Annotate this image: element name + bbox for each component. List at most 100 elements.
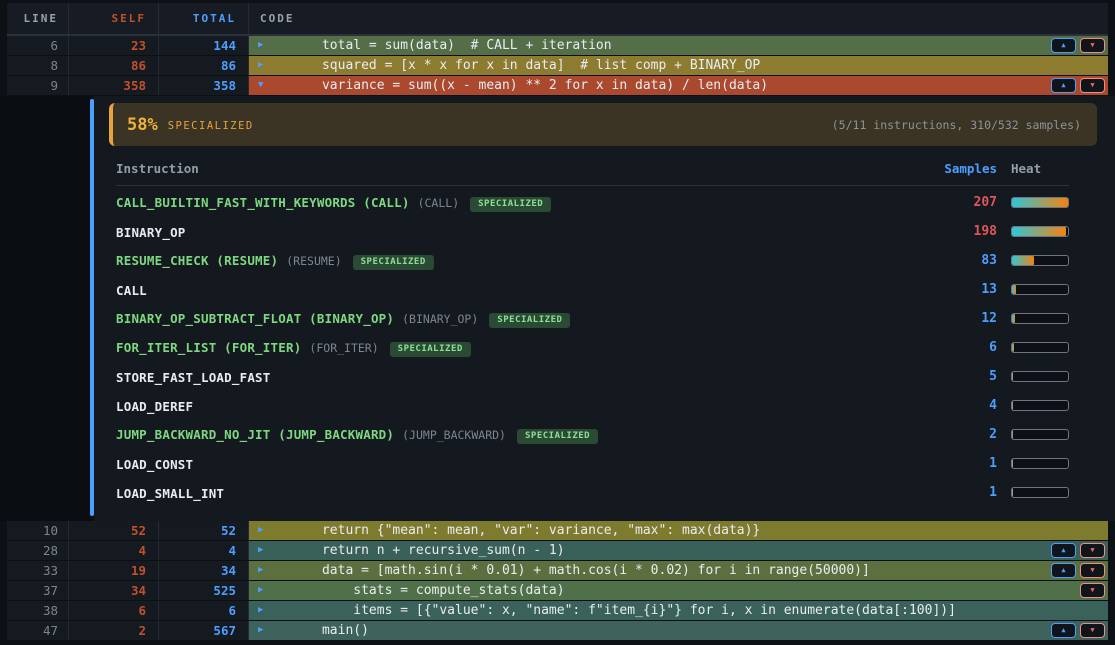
self-samples-cell: 4 xyxy=(69,541,159,560)
instruction-family: (CALL) xyxy=(418,196,460,210)
specialization-panel: 58% SPECIALIZED (5/11 instructions, 310/… xyxy=(94,96,1115,521)
instruction-family: (FOR_ITER) xyxy=(309,341,378,355)
col-header-line: LINE xyxy=(7,3,69,34)
jump-down-button[interactable]: ▼ xyxy=(1080,38,1105,53)
samples-count: 13 xyxy=(927,282,997,297)
instruction-name: LOAD_CONST xyxy=(116,457,193,472)
total-samples-cell: 567 xyxy=(159,621,249,640)
code-cell[interactable]: ▶ squared = [x * x for x in data] # list… xyxy=(249,56,1108,75)
instruction-row: CALL13 xyxy=(116,275,1069,304)
samples-count: 207 xyxy=(927,195,997,210)
expand-icon[interactable]: ▶ xyxy=(258,36,263,55)
total-samples-cell: 52 xyxy=(159,521,249,540)
heat-bar-fill xyxy=(1012,314,1015,323)
instruction-name-cell: LOAD_SMALL_INT xyxy=(116,483,927,502)
code-cell[interactable]: ▶ stats = compute_stats(data)▼ xyxy=(249,581,1108,600)
expand-icon[interactable]: ▶ xyxy=(258,621,263,640)
up-arrow-icon: ▲ xyxy=(1061,561,1065,580)
samples-count: 83 xyxy=(927,253,997,268)
code-cell[interactable]: ▶ total = sum(data) # CALL + iteration▲▼ xyxy=(249,36,1108,55)
expand-icon[interactable]: ▶ xyxy=(258,56,263,75)
code-cell[interactable]: ▼ variance = sum((x - mean) ** 2 for x i… xyxy=(249,76,1108,95)
instruction-name: CALL_BUILTIN_FAST_WITH_KEYWORDS (CALL) xyxy=(116,195,410,210)
jump-up-button[interactable]: ▲ xyxy=(1051,623,1076,638)
code-row: 105252▶ return {"mean": mean, "var": var… xyxy=(7,521,1108,541)
instruction-name-cell: BINARY_OP_SUBTRACT_FLOAT (BINARY_OP)(BIN… xyxy=(116,308,927,329)
code-row: 331934▶ data = [math.sin(i * 0.01) + mat… xyxy=(7,561,1108,581)
instruction-rows: CALL_BUILTIN_FAST_WITH_KEYWORDS (CALL) (C… xyxy=(116,188,1069,507)
instruction-family: (RESUME) xyxy=(286,254,341,268)
instruction-name: LOAD_DEREF xyxy=(116,399,193,414)
code-text: return n + recursive_sum(n - 1) xyxy=(275,541,565,560)
instruction-name: RESUME_CHECK (RESUME) xyxy=(116,253,278,268)
heat-bar-fill xyxy=(1012,285,1016,294)
heat-bar xyxy=(1011,342,1069,353)
code-rows-bottom: 105252▶ return {"mean": mean, "var": var… xyxy=(7,521,1108,641)
total-samples-cell: 6 xyxy=(159,601,249,620)
self-samples-cell: 2 xyxy=(69,621,159,640)
down-arrow-icon: ▼ xyxy=(1090,36,1094,55)
code-cell[interactable]: ▶ data = [math.sin(i * 0.01) + math.cos(… xyxy=(249,561,1108,580)
code-text: main() xyxy=(275,621,369,640)
code-cell[interactable]: ▶ main() ▲ ▼ xyxy=(249,621,1108,640)
jump-down-button[interactable]: ▼ xyxy=(1080,78,1105,93)
instruction-name: LOAD_SMALL_INT xyxy=(116,486,224,501)
code-row: 3866▶ items = [{"value": x, "name": f"it… xyxy=(7,601,1108,621)
instruction-row: STORE_FAST_LOAD_FAST5 xyxy=(116,362,1069,391)
collapse-icon[interactable]: ▼ xyxy=(258,76,263,95)
code-text: return {"mean": mean, "var": variance, "… xyxy=(275,521,760,540)
code-row: 3734525▶ stats = compute_stats(data)▼ xyxy=(7,581,1108,601)
down-arrow-icon: ▼ xyxy=(1090,581,1094,600)
total-samples-cell: 4 xyxy=(159,541,249,560)
self-samples-cell: 358 xyxy=(69,76,159,95)
instruction-row: JUMP_BACKWARD_NO_JIT (JUMP_BACKWARD)(JUM… xyxy=(116,420,1069,449)
instruction-name-cell: CALL xyxy=(116,280,927,299)
code-row: 623144▶ total = sum(data) # CALL + itera… xyxy=(7,36,1108,56)
instruction-row: RESUME_CHECK (RESUME) (RESUME) SPECIALIZED… xyxy=(116,246,1069,275)
jump-down-button[interactable]: ▼ xyxy=(1080,543,1105,558)
self-samples-cell: 86 xyxy=(69,56,159,75)
instruction-row: LOAD_DEREF 4 xyxy=(116,391,1069,420)
specialized-badge: SPECIALIZED xyxy=(390,342,471,357)
samples-count: 4 xyxy=(927,398,997,413)
expand-icon[interactable]: ▶ xyxy=(258,581,263,600)
jump-down-button[interactable]: ▼ xyxy=(1080,563,1105,578)
instruction-row: CALL_BUILTIN_FAST_WITH_KEYWORDS (CALL) (C… xyxy=(116,188,1069,217)
code-cell[interactable]: ▶ items = [{"value": x, "name": f"item_{… xyxy=(249,601,1108,620)
heat-bar xyxy=(1011,458,1069,469)
specialization-label: SPECIALIZED xyxy=(168,120,254,132)
instruction-name-cell: FOR_ITER_LIST (FOR_ITER)(FOR_ITER)SPECIA… xyxy=(116,337,927,358)
down-arrow-icon: ▼ xyxy=(1090,541,1094,560)
instruction-name-cell: BINARY_OP xyxy=(116,222,927,241)
line-number-cell: 38 xyxy=(7,601,69,620)
jump-down-button[interactable]: ▼ xyxy=(1080,583,1105,598)
profiler-app: LINE SELF TOTAL CODE 623144▶ total = sum… xyxy=(0,0,1115,645)
heat-bar-fill xyxy=(1012,256,1034,265)
jump-up-button[interactable]: ▲ xyxy=(1051,563,1076,578)
expand-icon[interactable]: ▶ xyxy=(258,521,263,540)
jump-up-button[interactable]: ▲ xyxy=(1051,78,1076,93)
code-cell[interactable]: ▶ return {"mean": mean, "var": variance,… xyxy=(249,521,1108,540)
instruction-name-cell: CALL_BUILTIN_FAST_WITH_KEYWORDS (CALL) (C… xyxy=(116,192,927,213)
jump-down-button[interactable]: ▼ xyxy=(1080,623,1105,638)
jump-up-button[interactable]: ▲ xyxy=(1051,543,1076,558)
instruction-name-cell: STORE_FAST_LOAD_FAST xyxy=(116,367,927,386)
samples-count: 198 xyxy=(927,224,997,239)
specialization-percent: 58% xyxy=(127,115,158,135)
self-samples-cell: 19 xyxy=(69,561,159,580)
jump-up-button[interactable]: ▲ xyxy=(1051,38,1076,53)
heat-bar xyxy=(1011,284,1069,295)
expand-icon[interactable]: ▶ xyxy=(258,561,263,580)
expand-icon[interactable]: ▶ xyxy=(258,601,263,620)
code-row: 2844▶ return n + recursive_sum(n - 1)▲▼ xyxy=(7,541,1108,561)
code-cell[interactable]: ▶ return n + recursive_sum(n - 1) ▲ ▼ xyxy=(249,541,1108,560)
col-header-self: SELF xyxy=(69,3,159,34)
instruction-name: BINARY_OP xyxy=(116,225,186,240)
total-samples-cell: 525 xyxy=(159,581,249,600)
col-header-heat: Heat xyxy=(1011,161,1069,176)
expand-icon[interactable]: ▶ xyxy=(258,541,263,560)
total-samples-cell: 144 xyxy=(159,36,249,55)
col-header-samples: Samples xyxy=(927,161,997,176)
specialized-badge: SPECIALIZED xyxy=(353,255,434,270)
col-header-code: CODE xyxy=(249,3,1108,34)
